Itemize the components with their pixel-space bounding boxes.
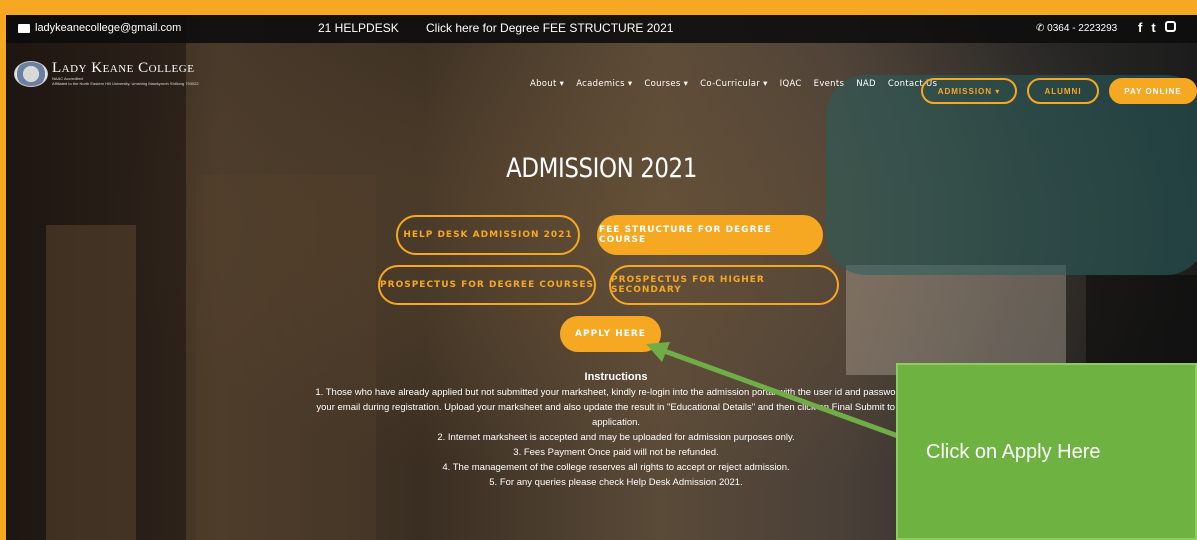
envelope-icon <box>18 23 30 33</box>
prospectus-hs-button[interactable]: PROSPECTUS FOR HIGHER SECONDARY <box>609 265 839 305</box>
email-text: ladykeanecollege@gmail.com <box>35 22 182 34</box>
admission-menu-button[interactable]: ADMISSION ▾ <box>921 78 1017 104</box>
twitter-icon[interactable]: t <box>1151 20 1155 35</box>
main-navbar: Lady Keane College NAAC Accredited Affil… <box>6 43 1197 113</box>
email-link[interactable]: ladykeanecollege@gmail.com <box>18 22 181 34</box>
college-logo[interactable]: Lady Keane College NAAC Accredited Affil… <box>14 61 199 87</box>
nav-co-curricular[interactable]: Co-Curricular ▾ <box>700 79 767 89</box>
top-bar: ladykeanecollege@gmail.com 21 HELPDESK C… <box>6 15 1197 43</box>
apply-here-button[interactable]: APPLY HERE <box>560 316 661 352</box>
facebook-icon[interactable]: f <box>1138 20 1142 35</box>
fee-structure-button[interactable]: FEE STRUCTURE FOR DEGREE COURSE <box>597 215 823 255</box>
instruction-line: your email during registration. Upload y… <box>316 402 916 413</box>
nav-courses[interactable]: Courses ▾ <box>644 79 688 89</box>
phone-text: 0364 - 2223293 <box>1047 23 1118 34</box>
helpdesk-link[interactable]: 21 HELPDESK <box>318 21 399 35</box>
instruction-line: 4. The management of the college reserve… <box>442 462 790 473</box>
pay-online-button[interactable]: PAY ONLINE <box>1109 78 1197 104</box>
nav-academics[interactable]: Academics ▾ <box>576 79 632 89</box>
instruction-line: 5. For any queries please check Help Des… <box>489 477 743 488</box>
instruction-line: 1. Those who have already applied but no… <box>315 387 917 398</box>
phone-icon: ✆ <box>1036 23 1045 34</box>
instruction-line: 2. Internet marksheet is accepted and ma… <box>437 432 795 443</box>
callout-text: Click on Apply Here <box>926 441 1101 463</box>
social-links: f t <box>1138 20 1176 35</box>
background-shelf <box>46 225 136 540</box>
instruction-line: 3. Fees Payment Once paid will not be re… <box>513 447 719 458</box>
alumni-button[interactable]: ALUMNI <box>1027 78 1099 104</box>
college-name: Lady Keane College <box>52 60 195 76</box>
nav-nad[interactable]: NAD <box>856 79 876 89</box>
instruction-line: application. <box>591 417 641 428</box>
instructions-title: Instructions <box>584 371 648 383</box>
phone-link[interactable]: ✆ 0364 - 2223293 <box>1036 23 1117 34</box>
instagram-icon[interactable] <box>1164 21 1176 32</box>
annotation-callout: Click on Apply Here <box>896 363 1197 540</box>
prospectus-degree-button[interactable]: PROSPECTUS FOR DEGREE COURSES <box>378 265 596 305</box>
nav-links: About ▾ Academics ▾ Courses ▾ Co-Curricu… <box>530 79 937 89</box>
college-seal-icon <box>14 61 48 87</box>
affiliation-text: Affiliated to the North Eastern Hill Uni… <box>52 81 199 86</box>
fee-structure-link[interactable]: Click here for Degree FEE STRUCTURE 2021 <box>426 21 673 35</box>
page-title: ADMISSION 2021 <box>506 153 697 184</box>
nav-about[interactable]: About ▾ <box>530 79 564 89</box>
nav-iqac[interactable]: IQAC <box>780 79 802 89</box>
instructions-section: Instructions 1. Those who have already a… <box>256 370 976 490</box>
nav-events[interactable]: Events <box>814 79 845 89</box>
background-cards <box>846 265 1066 375</box>
helpdesk-admission-button[interactable]: HELP DESK ADMISSION 2021 <box>396 215 580 255</box>
